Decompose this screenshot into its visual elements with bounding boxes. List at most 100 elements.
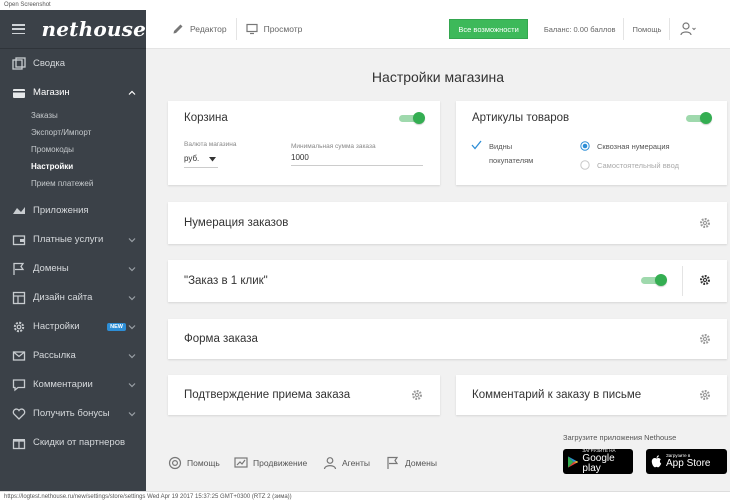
order-numbering-title: Нумерация заказов	[184, 217, 289, 229]
footer-help-label: Помощь	[187, 458, 220, 468]
radio-selected[interactable]	[580, 141, 590, 151]
sidebar-item-settings[interactable]: Настройки NEW	[0, 312, 146, 341]
chevron-down-icon	[128, 237, 136, 242]
balance-text[interactable]: Баланс: 0.00 баллов	[544, 25, 616, 34]
page-title: Настройки магазина	[371, 69, 505, 85]
app-store-text: App Store	[666, 458, 711, 470]
sidebar-item-apps[interactable]: Приложения	[0, 196, 146, 225]
sidebar-item-shop[interactable]: Магазин	[0, 78, 146, 107]
status-bar: https://logtest.nethouse.ru/new/settings…	[0, 491, 730, 502]
help-link[interactable]: Помощь	[623, 18, 661, 40]
order-numbering-card[interactable]: Нумерация заказов	[168, 202, 727, 244]
sidebar-item-label: Магазин	[33, 87, 70, 98]
subnav-item-settings[interactable]: Настройки	[31, 158, 146, 175]
editor-button[interactable]: Редактор	[146, 10, 236, 49]
layout-icon	[12, 291, 26, 305]
order-comment-card[interactable]: Комментарий к заказу в письме	[456, 375, 727, 415]
order-form-title: Форма заказа	[184, 333, 258, 345]
cart-toggle[interactable]	[399, 112, 425, 124]
all-features-button[interactable]: Все возможности	[449, 19, 528, 39]
sidebar-item-comments[interactable]: Комментарии	[0, 370, 146, 399]
user-icon	[680, 22, 697, 36]
subnav-item-payments[interactable]: Прием платежей	[31, 175, 146, 192]
chevron-down-icon	[128, 266, 136, 271]
gear-icon[interactable]	[411, 389, 423, 401]
check-icon[interactable]	[471, 140, 482, 150]
user-menu[interactable]	[669, 18, 697, 40]
pencil-icon	[173, 24, 183, 34]
footer-agents-link[interactable]: Агенты	[323, 456, 370, 470]
currency-underline	[184, 167, 218, 168]
footer-domains-link[interactable]: Домены	[386, 456, 437, 470]
sidebar-item-bonuses[interactable]: Получить бонусы	[0, 399, 146, 428]
sidebar-item-label: Получить бонусы	[33, 408, 110, 419]
gear-icon[interactable]	[699, 389, 711, 401]
sidebar-item-label: Комментарии	[33, 379, 93, 390]
dashboard-icon	[12, 56, 26, 71]
articles-card: Артикулы товаров Видны покупателям Сквоз…	[456, 101, 727, 185]
flag-icon	[387, 456, 399, 469]
one-click-toggle[interactable]	[641, 274, 667, 286]
articles-toggle[interactable]	[686, 112, 712, 124]
user-icon	[323, 457, 337, 470]
gear-icon[interactable]	[699, 333, 711, 345]
sidebar-item-label: Приложения	[33, 205, 89, 216]
gear-icon[interactable]	[699, 217, 711, 229]
radio-unselected[interactable]	[580, 160, 590, 170]
mail-icon	[12, 349, 26, 363]
subnav-item-promocodes[interactable]: Промокоды	[31, 141, 146, 158]
google-play-text: Google play	[582, 453, 615, 475]
cart-card: Корзина Валюта магазина руб. Минимальная…	[168, 101, 440, 185]
chevron-down-icon	[128, 295, 136, 300]
preview-button[interactable]: Просмотр	[237, 10, 312, 49]
visible-label-line2: покупателям	[489, 156, 534, 165]
chevron-down-icon	[128, 324, 136, 329]
comment-icon	[12, 378, 26, 392]
sidebar-item-newsletter[interactable]: Рассылка	[0, 341, 146, 370]
order-form-card[interactable]: Форма заказа	[168, 319, 727, 359]
chart-icon	[234, 457, 248, 468]
order-confirmation-card[interactable]: Подтверждение приема заказа	[168, 375, 440, 415]
cart-card-title: Корзина	[184, 112, 228, 124]
sidebar-item-domains[interactable]: Домены	[0, 254, 146, 283]
sidebar-item-partner-discounts[interactable]: Скидки от партнеров	[0, 428, 146, 457]
min-sum-label: Минимальная сумма заказа	[291, 143, 376, 150]
editor-label: Редактор	[190, 24, 227, 34]
topbar: Редактор Просмотр Все возможности Баланс…	[146, 10, 730, 49]
footer-help-link[interactable]: Помощь	[168, 456, 220, 470]
google-play-icon	[568, 455, 579, 468]
new-badge: NEW	[107, 322, 126, 331]
gift-icon	[12, 436, 26, 450]
currency-select[interactable]: руб.	[184, 154, 199, 163]
flag-icon	[12, 262, 26, 276]
divider	[682, 266, 683, 296]
wallet-icon	[12, 233, 26, 247]
articles-card-title: Артикулы товаров	[472, 112, 570, 124]
option-through-numbering: Сквозная нумерация	[597, 142, 670, 151]
shop-subnav: Заказы Экспорт/Импорт Промокоды Настройк…	[0, 107, 146, 196]
sidebar-item-label: Рассылка	[33, 350, 76, 361]
sidebar-item-site-design[interactable]: Дизайн сайта	[0, 283, 146, 312]
gear-icon	[12, 320, 26, 334]
sidebar-header: nethouse	[0, 10, 146, 49]
sidebar-item-label: Настройки	[33, 321, 80, 332]
chevron-down-icon	[128, 411, 136, 416]
hamburger-menu-icon[interactable]	[12, 24, 26, 34]
heart-icon	[12, 407, 26, 421]
footer-promotion-link[interactable]: Продвижение	[234, 456, 307, 470]
sidebar-item-paid-services[interactable]: Платные услуги	[0, 225, 146, 254]
subnav-item-orders[interactable]: Заказы	[31, 107, 146, 124]
min-sum-input[interactable]: 1000	[291, 153, 309, 162]
nethouse-logo[interactable]: nethouse	[41, 17, 146, 41]
apps-icon	[12, 204, 26, 218]
google-play-button[interactable]: ЗАГРУЗИТЕ НА Google play	[563, 448, 633, 475]
sidebar-item-summary[interactable]: Сводка	[0, 49, 146, 78]
chevron-down-icon	[128, 382, 136, 387]
one-click-title: "Заказ в 1 клик"	[184, 275, 268, 287]
app-store-button[interactable]: Загрузите в App Store	[646, 449, 727, 474]
sidebar-item-label: Платные услуги	[33, 234, 104, 245]
lifebuoy-icon	[168, 456, 182, 470]
gear-icon[interactable]	[699, 274, 711, 286]
subnav-item-export-import[interactable]: Экспорт/Импорт	[31, 124, 146, 141]
sidebar: nethouse Сводка Магазин Заказы Экспорт/И…	[0, 10, 146, 491]
